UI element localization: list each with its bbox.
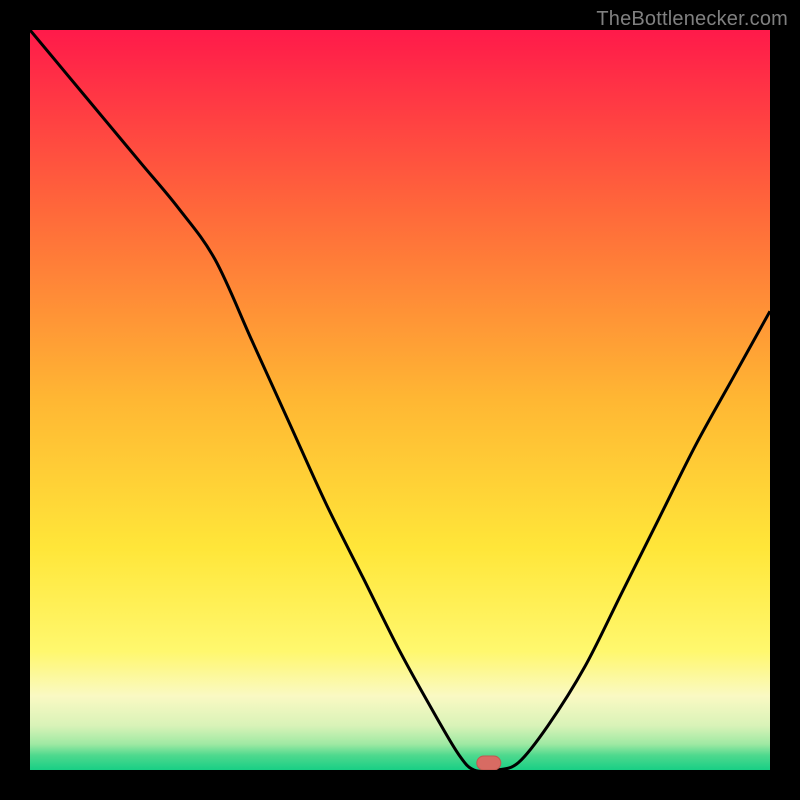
- chart-container: TheBottlenecker.com: [0, 0, 800, 800]
- chart-svg: [30, 30, 770, 770]
- chart-plot-area: [30, 30, 770, 770]
- gradient-background: [30, 30, 770, 770]
- attribution-text: TheBottlenecker.com: [596, 8, 788, 31]
- optimal-marker: [477, 756, 501, 770]
